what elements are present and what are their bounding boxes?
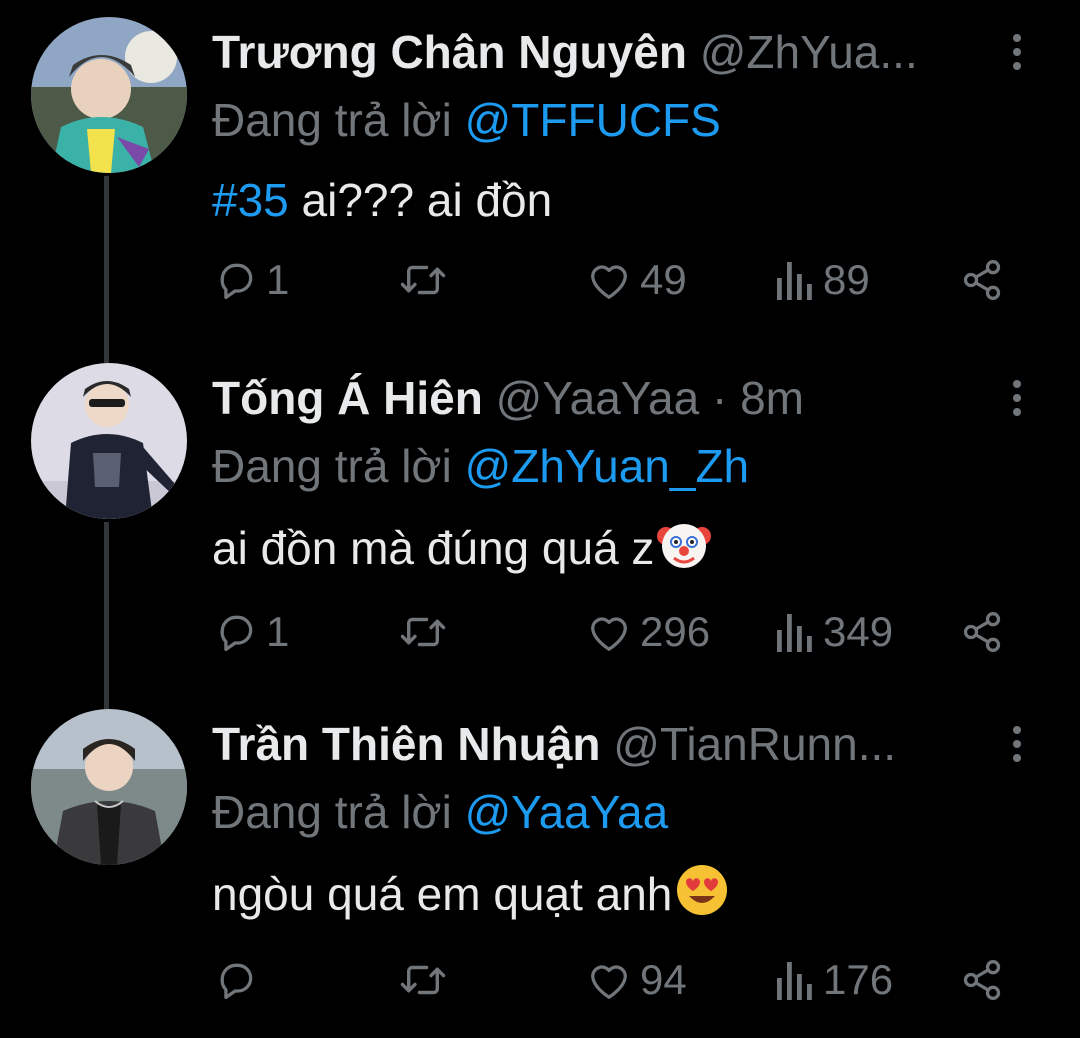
retweet-button[interactable] xyxy=(398,604,456,660)
avatar[interactable] xyxy=(31,363,187,519)
tweet-actions: 1 49 89 xyxy=(212,252,1012,308)
reply-prefix: Đang trả lời xyxy=(212,440,465,492)
reply-mention[interactable]: @TFFUCFS xyxy=(465,94,721,146)
reply-icon xyxy=(220,963,253,1000)
heart-icon xyxy=(591,265,627,299)
reply-button[interactable]: 1 xyxy=(214,604,289,660)
reply-button[interactable]: 1 xyxy=(214,252,289,308)
tweet-actions: 1 296 349 xyxy=(212,604,1012,660)
more-options-icon[interactable] xyxy=(1003,34,1031,74)
heart-icon xyxy=(591,617,627,651)
like-count: 94 xyxy=(640,956,687,1003)
avatar[interactable] xyxy=(31,709,187,865)
views-button[interactable]: 349 xyxy=(775,604,893,660)
reply-context: Đang trả lời @TFFUCFS xyxy=(212,92,721,148)
tweet-text-content: ai đồn mà đúng quá z xyxy=(212,522,655,574)
tweet-header: Trương Chân Nguyên @ZhYua... xyxy=(212,22,1002,82)
author-name[interactable]: Tống Á Hiên xyxy=(212,372,483,424)
author-handle[interactable]: @YaaYaa · 8m xyxy=(496,372,804,424)
views-icon xyxy=(777,614,812,652)
views-count: 349 xyxy=(823,608,894,655)
heart-eyes-face-icon xyxy=(674,862,730,932)
share-button[interactable] xyxy=(960,604,1004,660)
more-options-icon[interactable] xyxy=(1003,380,1031,420)
tweet-text-content: ai??? ai đồn xyxy=(288,174,553,226)
clown-face-icon xyxy=(656,516,712,586)
avatar[interactable] xyxy=(31,17,187,173)
retweet-button[interactable] xyxy=(398,952,456,1008)
share-button[interactable] xyxy=(960,952,1004,1008)
reply-icon xyxy=(220,263,253,300)
views-icon xyxy=(777,962,812,1000)
share-icon xyxy=(963,612,1001,652)
heart-icon xyxy=(591,965,627,999)
share-icon xyxy=(963,260,1001,300)
like-count: 296 xyxy=(640,608,711,655)
hashtag-link[interactable]: #35 xyxy=(212,174,289,226)
reply-count: 1 xyxy=(266,256,290,303)
reply-prefix: Đang trả lời xyxy=(212,786,465,838)
reply-context: Đang trả lời @ZhYuan_Zh xyxy=(212,438,749,494)
like-button[interactable]: 49 xyxy=(586,252,687,308)
author-handle[interactable]: @ZhYua... xyxy=(700,26,918,78)
like-count: 49 xyxy=(640,256,687,303)
reply-button[interactable] xyxy=(214,952,266,1008)
views-button[interactable]: 89 xyxy=(775,252,870,308)
tweet[interactable]: Trương Chân Nguyên @ZhYua... Đang trả lờ… xyxy=(0,0,1080,346)
tweet-header: Trần Thiên Nhuận @TianRunn... xyxy=(212,714,1002,774)
views-button[interactable]: 176 xyxy=(775,952,893,1008)
reply-count: 1 xyxy=(266,608,290,655)
reply-mention[interactable]: @ZhYuan_Zh xyxy=(465,440,750,492)
retweet-button[interactable] xyxy=(398,252,456,308)
tweet-text: #35 ai??? ai đồn xyxy=(212,170,552,230)
views-icon xyxy=(777,262,812,300)
author-name[interactable]: Trần Thiên Nhuận xyxy=(212,718,600,770)
share-icon xyxy=(963,960,1001,1000)
retweet-icon xyxy=(400,265,446,295)
like-button[interactable]: 296 xyxy=(586,604,710,660)
reply-mention[interactable]: @YaaYaa xyxy=(465,786,669,838)
views-count: 176 xyxy=(823,956,894,1003)
tweet-text-content: ngòu quá em quạt anh xyxy=(212,868,673,920)
share-button[interactable] xyxy=(960,252,1004,308)
reply-prefix: Đang trả lời xyxy=(212,94,465,146)
more-options-icon[interactable] xyxy=(1003,726,1031,766)
reply-icon xyxy=(220,615,253,652)
tweet-text: ngòu quá em quạt anh xyxy=(212,862,730,932)
author-name[interactable]: Trương Chân Nguyên xyxy=(212,26,687,78)
tweet-text: ai đồn mà đúng quá z xyxy=(212,516,712,586)
tweet-header: Tống Á Hiên @YaaYaa · 8m xyxy=(212,368,1002,428)
tweet-actions: 94 176 xyxy=(212,952,1012,1008)
tweet[interactable]: Tống Á Hiên @YaaYaa · 8m Đang trả lời @Z… xyxy=(0,346,1080,692)
author-handle[interactable]: @TianRunn... xyxy=(613,718,896,770)
retweet-icon xyxy=(400,965,446,995)
reply-context: Đang trả lời @YaaYaa xyxy=(212,784,668,840)
retweet-icon xyxy=(400,617,446,647)
like-button[interactable]: 94 xyxy=(586,952,687,1008)
views-count: 89 xyxy=(823,256,870,303)
tweet[interactable]: Trần Thiên Nhuận @TianRunn... Đang trả l… xyxy=(0,692,1080,1038)
